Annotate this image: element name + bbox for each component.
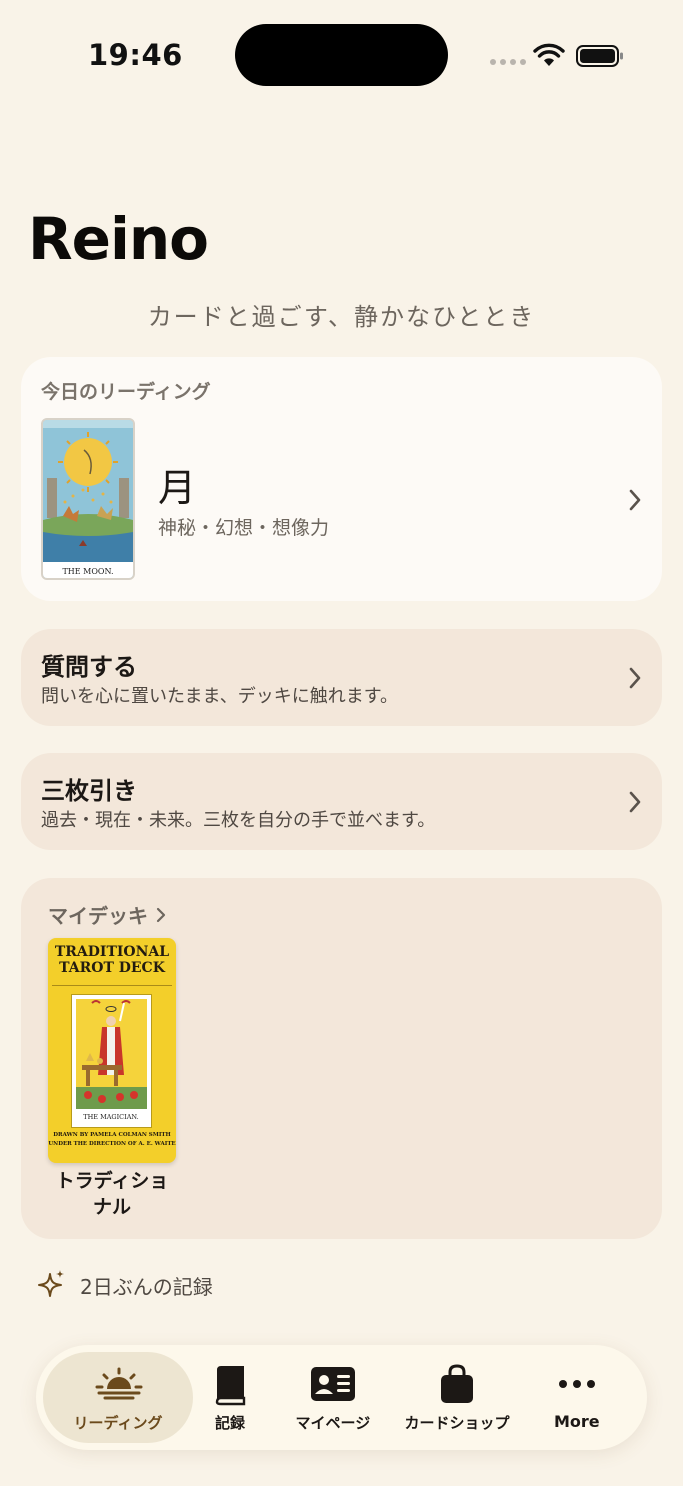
magician-card-image: THE MAGICIAN.: [71, 994, 152, 1128]
deck-box-credit: DRAWN BY PAMELA COLMAN SMITH UNDER THE D…: [48, 1132, 176, 1147]
chevron-right-icon: [629, 667, 641, 689]
tab-more-label: More: [554, 1412, 600, 1431]
sparkles-icon: [38, 1270, 64, 1297]
my-deck-label: マイデッキ: [48, 904, 148, 928]
three-card-draw-title: 三枚引き: [41, 776, 137, 805]
ask-question-title: 質問する: [41, 652, 137, 681]
deck-box-traditional[interactable]: TRADITIONAL TAROT DECK THE MAGICIAN. DRA…: [48, 938, 176, 1163]
dynamic-island: [235, 24, 448, 86]
today-card-keywords: 神秘・幻想・想像力: [158, 517, 330, 539]
wifi-icon: [533, 43, 565, 66]
tab-records-label: 記録: [215, 1414, 246, 1432]
ask-question-subtitle: 問いを心に置いたまま、デッキに触れます。: [41, 686, 398, 707]
today-reading-label: 今日のリーディング: [41, 381, 211, 403]
moon-card-image: THE MOON.: [41, 418, 135, 580]
moon-card-caption: THE MOON.: [62, 567, 113, 576]
today-card-name: 月: [158, 466, 197, 510]
sunrise-icon: [95, 1367, 143, 1400]
tab-reading-label: リーディング: [73, 1414, 163, 1432]
today-reading-card[interactable]: 今日のリーディング THE MOON. 月 神秘・幻想・想像力: [21, 357, 662, 601]
tab-mypage[interactable]: マイページ: [286, 1345, 380, 1450]
my-deck-header[interactable]: マイデッキ: [48, 900, 166, 929]
app-title: Reino: [28, 205, 209, 273]
tab-card-shop[interactable]: カードショップ: [396, 1345, 518, 1450]
records-link[interactable]: 2日ぶんの記録: [36, 1268, 213, 1302]
deck-box-title: TRADITIONAL TAROT DECK: [54, 944, 170, 976]
shopping-bag-icon: [441, 1364, 473, 1403]
magician-card-caption: THE MAGICIAN.: [83, 1113, 139, 1121]
tab-reading[interactable]: リーディング: [43, 1345, 193, 1450]
tab-more[interactable]: More: [544, 1345, 610, 1450]
book-icon: [215, 1366, 246, 1406]
tab-records[interactable]: 記録: [196, 1345, 264, 1450]
three-card-draw-subtitle: 過去・現在・未来。三枚を自分の手で並べます。: [41, 810, 436, 831]
chevron-right-icon: [156, 907, 166, 922]
records-text: 2日ぶんの記録: [80, 1274, 213, 1299]
more-icon: [559, 1380, 595, 1388]
three-card-draw-card[interactable]: 三枚引き 過去・現在・未来。三枚を自分の手で並べます。: [21, 753, 662, 850]
battery-icon: [576, 45, 623, 67]
id-card-icon: [311, 1367, 355, 1401]
tab-card-shop-label: カードショップ: [404, 1414, 510, 1432]
tab-mypage-label: マイページ: [295, 1414, 371, 1432]
my-deck-section: マイデッキ TRADITIONAL TAROT DECK THE MAGICIA…: [21, 878, 662, 1239]
deck-name[interactable]: トラディショナル: [48, 1168, 176, 1220]
ask-question-card[interactable]: 質問する 問いを心に置いたまま、デッキに触れます。: [21, 629, 662, 726]
tab-bar: リーディング 記録 マイページ カードショップ More: [36, 1345, 647, 1450]
cellular-signal-icon: [490, 59, 526, 65]
chevron-right-icon: [629, 791, 641, 813]
chevron-right-icon: [629, 489, 641, 511]
status-time: 19:46: [88, 38, 183, 72]
tagline: カードと過ごす、静かなひととき: [147, 303, 536, 331]
